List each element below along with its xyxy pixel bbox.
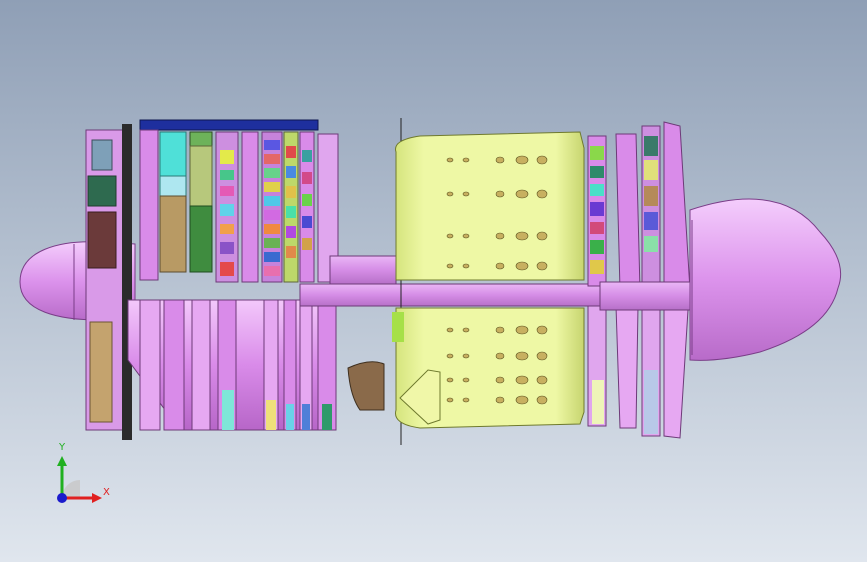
turbine-stages: [587, 121, 691, 439]
tail-cone: [689, 198, 842, 361]
turbine-engine-model[interactable]: [0, 0, 867, 562]
triad-axes-icon: [57, 456, 102, 503]
x-axis-label: X: [103, 487, 110, 498]
combustor-upper: [395, 131, 585, 281]
compressor-stages: [139, 129, 339, 283]
front-flange: [122, 124, 132, 440]
top-flange: [139, 119, 319, 131]
graphics-viewport[interactable]: Y X: [0, 0, 867, 562]
transfer-duct: [347, 361, 385, 411]
orientation-triad[interactable]: Y X: [40, 440, 120, 520]
y-axis-label: Y: [59, 442, 66, 453]
rear-casing: [599, 281, 691, 311]
main-shaft: [299, 283, 611, 307]
